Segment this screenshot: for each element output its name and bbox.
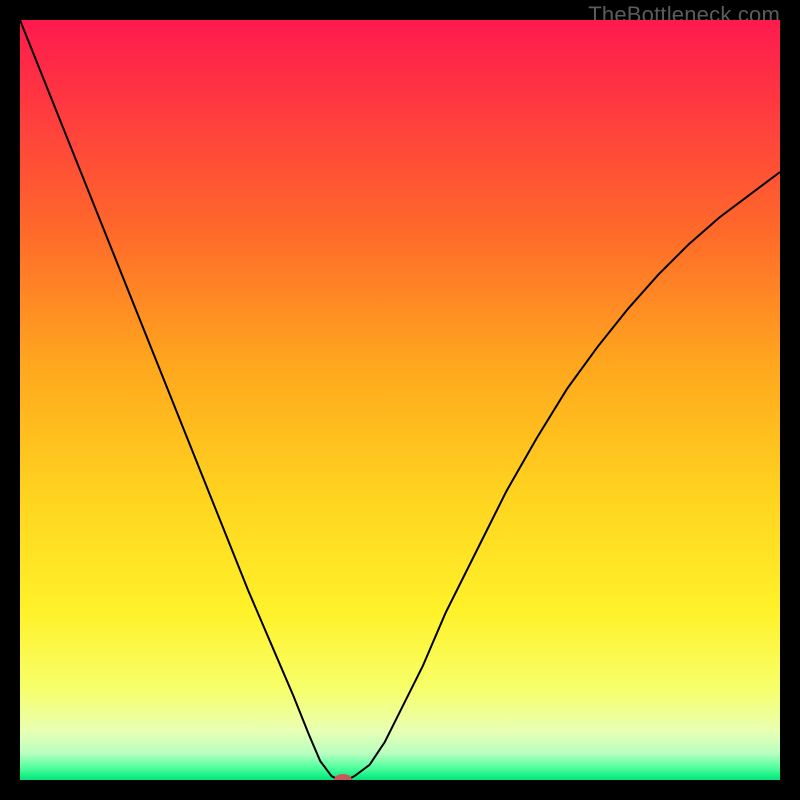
chart-frame: TheBottleneck.com [0,0,800,800]
chart-plot [20,20,780,780]
chart-background [20,20,780,780]
